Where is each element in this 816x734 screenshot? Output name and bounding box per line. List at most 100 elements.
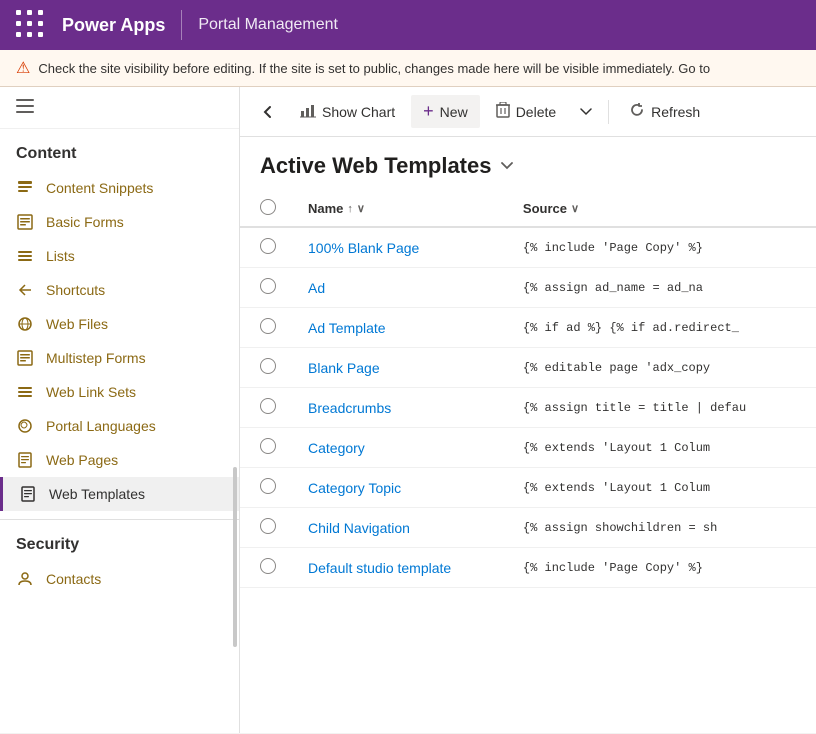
sidebar-item-contacts[interactable]: Contacts bbox=[0, 562, 239, 596]
sidebar-item-label: Web Files bbox=[46, 316, 108, 332]
contacts-icon bbox=[16, 570, 34, 588]
row-checkbox[interactable] bbox=[260, 238, 276, 254]
lists-icon bbox=[16, 247, 34, 265]
row-name-cell: Breadcrumbs bbox=[288, 388, 503, 428]
show-chart-label: Show Chart bbox=[322, 104, 395, 120]
table-title-row: Active Web Templates bbox=[240, 137, 816, 191]
table-area: Active Web Templates Name ↑ bbox=[240, 137, 816, 733]
row-select-cell bbox=[240, 227, 288, 268]
sidebar: Content Content Snippets Basic Forms Lis… bbox=[0, 87, 240, 733]
more-actions-button[interactable] bbox=[572, 98, 600, 126]
name-column-header[interactable]: Name ↑ ∨ bbox=[288, 191, 503, 227]
table-row: Child Navigation {% assign showchildren … bbox=[240, 508, 816, 548]
table-row: 100% Blank Page {% include 'Page Copy' %… bbox=[240, 227, 816, 268]
row-name-link[interactable]: Child Navigation bbox=[308, 520, 410, 536]
sort-toggle-icon[interactable]: ∨ bbox=[357, 202, 365, 215]
sidebar-item-web-link-sets[interactable]: Web Link Sets bbox=[0, 375, 239, 409]
table-title-chevron[interactable] bbox=[499, 157, 515, 176]
shortcuts-icon bbox=[16, 281, 34, 299]
sidebar-item-label: Contacts bbox=[46, 571, 101, 587]
warning-bar: ⚠ Check the site visibility before editi… bbox=[0, 50, 816, 87]
data-table: Name ↑ ∨ Source ∨ bbox=[240, 191, 816, 588]
source-column-header[interactable]: Source ∨ bbox=[503, 191, 816, 227]
sidebar-item-label: Web Templates bbox=[49, 486, 145, 502]
row-checkbox[interactable] bbox=[260, 278, 276, 294]
toolbar-separator bbox=[608, 100, 609, 124]
row-name-cell: Ad bbox=[288, 268, 503, 308]
web-link-sets-icon bbox=[16, 383, 34, 401]
table-row: Breadcrumbs {% assign title = title | de… bbox=[240, 388, 816, 428]
row-source-cell: {% extends 'Layout 1 Colum bbox=[503, 468, 816, 508]
sidebar-scrollbar[interactable] bbox=[233, 467, 237, 647]
web-pages-icon bbox=[16, 451, 34, 469]
select-all-checkbox[interactable] bbox=[260, 199, 276, 215]
delete-button[interactable]: Delete bbox=[484, 96, 568, 127]
sidebar-item-label: Web Pages bbox=[46, 452, 118, 468]
sidebar-item-label: Web Link Sets bbox=[46, 384, 136, 400]
web-templates-icon bbox=[19, 485, 37, 503]
row-source-cell: {% assign ad_name = ad_na bbox=[503, 268, 816, 308]
row-name-link[interactable]: Blank Page bbox=[308, 360, 380, 376]
table-header-row: Name ↑ ∨ Source ∨ bbox=[240, 191, 816, 227]
row-select-cell bbox=[240, 508, 288, 548]
content-snippets-icon bbox=[16, 179, 34, 197]
sidebar-item-web-pages[interactable]: Web Pages bbox=[0, 443, 239, 477]
sidebar-item-multistep-forms[interactable]: Multistep Forms bbox=[0, 341, 239, 375]
table-row: Ad Template {% if ad %} {% if ad.redirec… bbox=[240, 308, 816, 348]
row-name-cell: Default studio template bbox=[288, 548, 503, 588]
app-name: Power Apps bbox=[62, 15, 165, 36]
row-select-cell bbox=[240, 268, 288, 308]
sidebar-item-web-files[interactable]: Web Files bbox=[0, 307, 239, 341]
row-name-cell: Category bbox=[288, 428, 503, 468]
row-checkbox[interactable] bbox=[260, 358, 276, 374]
row-name-cell: Category Topic bbox=[288, 468, 503, 508]
sidebar-item-content-snippets[interactable]: Content Snippets bbox=[0, 171, 239, 205]
row-checkbox[interactable] bbox=[260, 518, 276, 534]
row-name-link[interactable]: Breadcrumbs bbox=[308, 400, 391, 416]
show-chart-button[interactable]: Show Chart bbox=[288, 96, 407, 127]
app-grid-icon[interactable] bbox=[16, 10, 46, 40]
nav-divider bbox=[181, 10, 182, 40]
row-source-cell: {% extends 'Layout 1 Colum bbox=[503, 428, 816, 468]
sidebar-item-shortcuts[interactable]: Shortcuts bbox=[0, 273, 239, 307]
row-checkbox[interactable] bbox=[260, 438, 276, 454]
row-name-link[interactable]: Category bbox=[308, 440, 365, 456]
row-checkbox[interactable] bbox=[260, 398, 276, 414]
warning-icon: ⚠ bbox=[16, 58, 30, 78]
row-checkbox[interactable] bbox=[260, 478, 276, 494]
refresh-button[interactable]: Refresh bbox=[617, 96, 712, 127]
sidebar-item-lists[interactable]: Lists bbox=[0, 239, 239, 273]
delete-label: Delete bbox=[516, 104, 556, 120]
row-checkbox[interactable] bbox=[260, 318, 276, 334]
sidebar-item-label: Basic Forms bbox=[46, 214, 124, 230]
row-name-cell: 100% Blank Page bbox=[288, 227, 503, 268]
toolbar: Show Chart + New Delete Refresh bbox=[240, 87, 816, 137]
row-source-cell: {% assign title = title | defau bbox=[503, 388, 816, 428]
table-row: Ad {% assign ad_name = ad_na bbox=[240, 268, 816, 308]
sidebar-item-web-templates[interactable]: Web Templates bbox=[0, 477, 239, 511]
sidebar-item-label: Lists bbox=[46, 248, 75, 264]
row-checkbox[interactable] bbox=[260, 558, 276, 574]
warning-text: Check the site visibility before editing… bbox=[38, 61, 710, 76]
row-name-link[interactable]: Ad bbox=[308, 280, 325, 296]
row-name-link[interactable]: Default studio template bbox=[308, 560, 451, 576]
content-section-title: Content bbox=[0, 129, 239, 171]
hamburger-button[interactable] bbox=[0, 87, 239, 129]
multistep-forms-icon bbox=[16, 349, 34, 367]
new-icon: + bbox=[423, 101, 434, 122]
table-row: Category Topic {% extends 'Layout 1 Colu… bbox=[240, 468, 816, 508]
back-button[interactable] bbox=[252, 96, 284, 128]
web-files-icon bbox=[16, 315, 34, 333]
row-name-link[interactable]: Category Topic bbox=[308, 480, 401, 496]
sidebar-item-basic-forms[interactable]: Basic Forms bbox=[0, 205, 239, 239]
name-header-label: Name bbox=[308, 201, 343, 216]
row-name-cell: Blank Page bbox=[288, 348, 503, 388]
sidebar-item-portal-languages[interactable]: Portal Languages bbox=[0, 409, 239, 443]
sort-asc-icon: ↑ bbox=[347, 203, 353, 215]
row-name-link[interactable]: Ad Template bbox=[308, 320, 386, 336]
refresh-label: Refresh bbox=[651, 104, 700, 120]
content-area: Show Chart + New Delete Refresh bbox=[240, 87, 816, 733]
new-button[interactable]: + New bbox=[411, 95, 480, 128]
row-name-link[interactable]: 100% Blank Page bbox=[308, 240, 419, 256]
delete-icon bbox=[496, 102, 510, 121]
